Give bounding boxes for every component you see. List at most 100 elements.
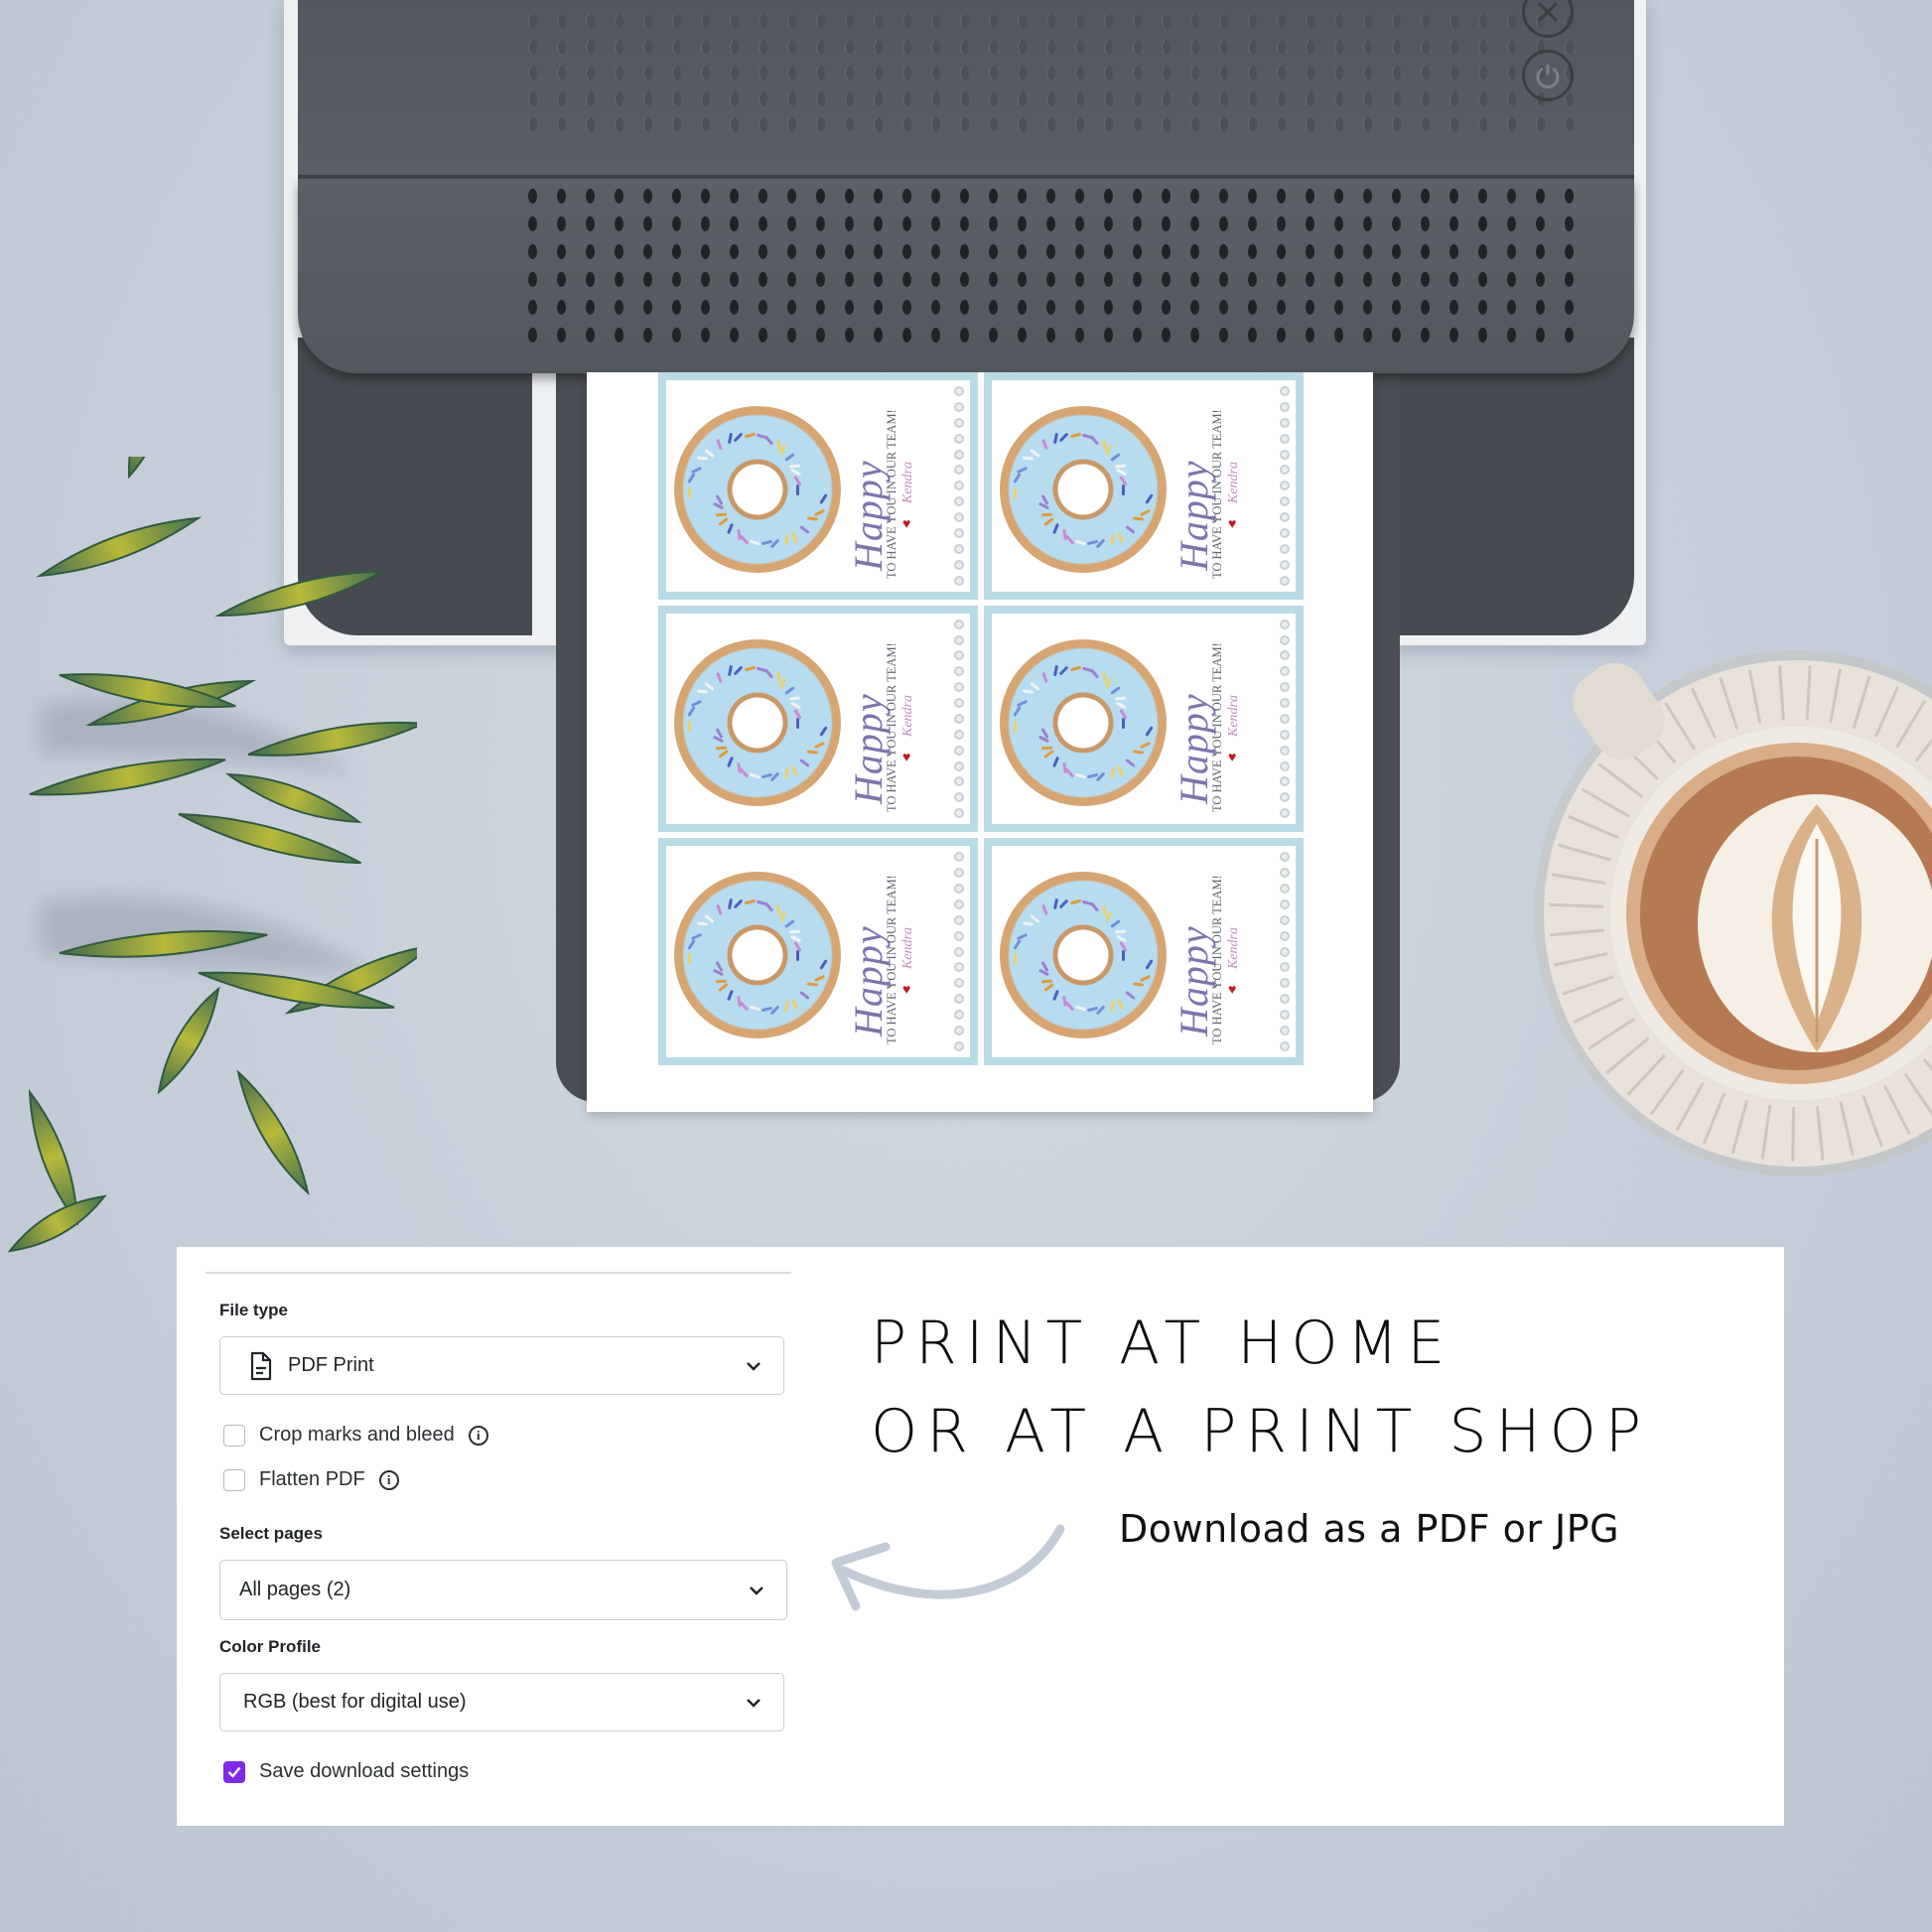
ridge <box>1791 1106 1796 1162</box>
vent-hole <box>1306 40 1314 55</box>
sprinkle <box>1109 766 1115 779</box>
dot <box>954 698 964 709</box>
vent-hole <box>1248 272 1257 287</box>
vent-hole <box>1421 14 1430 29</box>
vent-hole <box>1306 189 1314 204</box>
vent-hole <box>1363 91 1372 106</box>
card-text: Happy TO HAVE YOU IN OUR TEAM! Kendra ♥ <box>1171 618 1250 816</box>
vent-hole <box>931 91 940 106</box>
dot <box>954 496 964 507</box>
vent-hole <box>1421 300 1430 315</box>
sprinkle <box>1139 741 1151 750</box>
vent-hole <box>1334 14 1343 29</box>
vent-hole <box>1277 244 1286 259</box>
dot <box>1280 1040 1290 1051</box>
card-subtitle: TO HAVE YOU IN OUR TEAM! <box>885 409 898 579</box>
sprinkle <box>813 741 825 750</box>
sprinkle <box>783 1000 789 1012</box>
vent-hole <box>1277 91 1286 106</box>
vent-hole <box>672 244 681 259</box>
select-pages-dropdown[interactable]: All pages (2) <box>219 1560 787 1620</box>
vent-hole <box>615 272 623 287</box>
card-subtitle: TO HAVE YOU IN OUR TEAM! <box>1210 641 1224 812</box>
sprinkle <box>819 726 828 738</box>
vent-hole <box>1162 40 1171 55</box>
dot <box>954 776 964 787</box>
heart-icon: ♥ <box>1228 981 1237 998</box>
info-icon[interactable]: i <box>468 1425 488 1446</box>
vent-hole <box>1075 66 1084 80</box>
info-icon[interactable]: i <box>378 1469 399 1490</box>
card-face: Happy TO HAVE YOU IN OUR TEAM! Kendra ♥ <box>666 380 970 592</box>
vent-hole <box>1306 216 1314 231</box>
vent-hole <box>1248 189 1257 204</box>
vent-hole <box>701 91 710 106</box>
vent-hole <box>1421 328 1430 343</box>
vent-hole <box>931 272 940 287</box>
vent-hole <box>787 14 796 29</box>
vent-hole <box>816 328 825 343</box>
vent-hole <box>643 91 652 106</box>
vent-hole <box>1363 216 1372 231</box>
dot <box>954 962 964 973</box>
color-profile-dropdown[interactable]: RGB (best for digital use) <box>219 1673 784 1731</box>
vent-hole <box>931 216 940 231</box>
vent-hole <box>1507 272 1516 287</box>
sprinkle <box>736 761 742 774</box>
sprinkle <box>1074 1005 1087 1012</box>
vent-hole <box>1133 91 1142 106</box>
vent-hole <box>1162 189 1171 204</box>
vent-hole <box>1219 66 1228 80</box>
vent-hole <box>1046 66 1055 80</box>
vent-hole <box>1392 91 1401 106</box>
sprinkle <box>1052 989 1059 1001</box>
file-type-dropdown[interactable]: PDF Print <box>219 1336 784 1395</box>
crop-marks-checkbox[interactable] <box>223 1424 245 1447</box>
vent-hole <box>960 300 969 315</box>
vent-hole <box>759 117 767 132</box>
sprinkle <box>1041 904 1048 916</box>
flatten-pdf-checkbox[interactable] <box>223 1468 245 1491</box>
sprinkle <box>790 764 798 777</box>
chevron-down-icon <box>747 1698 760 1708</box>
dot <box>1280 808 1290 819</box>
sprinkle <box>727 523 734 535</box>
dot <box>1280 962 1290 973</box>
sprinkle <box>1058 665 1069 676</box>
vent-hole <box>759 189 767 204</box>
dot <box>954 449 964 460</box>
vent-hole <box>1421 272 1430 287</box>
dot <box>1280 898 1290 909</box>
dot <box>954 1010 964 1021</box>
sprinkle <box>1121 950 1125 962</box>
vent-hole <box>845 300 854 315</box>
dot <box>1280 401 1290 412</box>
vent-hole <box>586 328 595 343</box>
vent-hole <box>1306 14 1314 29</box>
vent-hole <box>960 66 969 80</box>
card-face: Happy TO HAVE YOU IN OUR TEAM! Kendra ♥ <box>666 613 970 825</box>
sprinkle <box>1101 904 1107 917</box>
sprinkle <box>1115 929 1127 934</box>
vent-hole <box>1075 40 1084 55</box>
sprinkle <box>733 432 744 443</box>
sprinkle <box>1074 539 1087 546</box>
dot <box>1280 745 1290 756</box>
sprinkle <box>1110 918 1121 928</box>
donut-illustration <box>674 638 841 806</box>
vent-hole <box>874 189 883 204</box>
vent-hole <box>672 66 681 80</box>
vent-hole <box>1133 244 1142 259</box>
vent-hole <box>701 117 710 132</box>
vent-hole <box>960 328 969 343</box>
leaf <box>157 986 220 1095</box>
vent-hole <box>1507 117 1516 132</box>
vent-hole <box>1248 244 1257 259</box>
sprinkle <box>1116 998 1124 1010</box>
vent-hole <box>1392 216 1401 231</box>
vent-hole <box>557 91 566 106</box>
printer-power-button[interactable] <box>1522 50 1574 101</box>
save-settings-checkbox[interactable] <box>223 1760 245 1783</box>
vent-hole <box>1133 14 1142 29</box>
vent-hole <box>759 66 767 80</box>
